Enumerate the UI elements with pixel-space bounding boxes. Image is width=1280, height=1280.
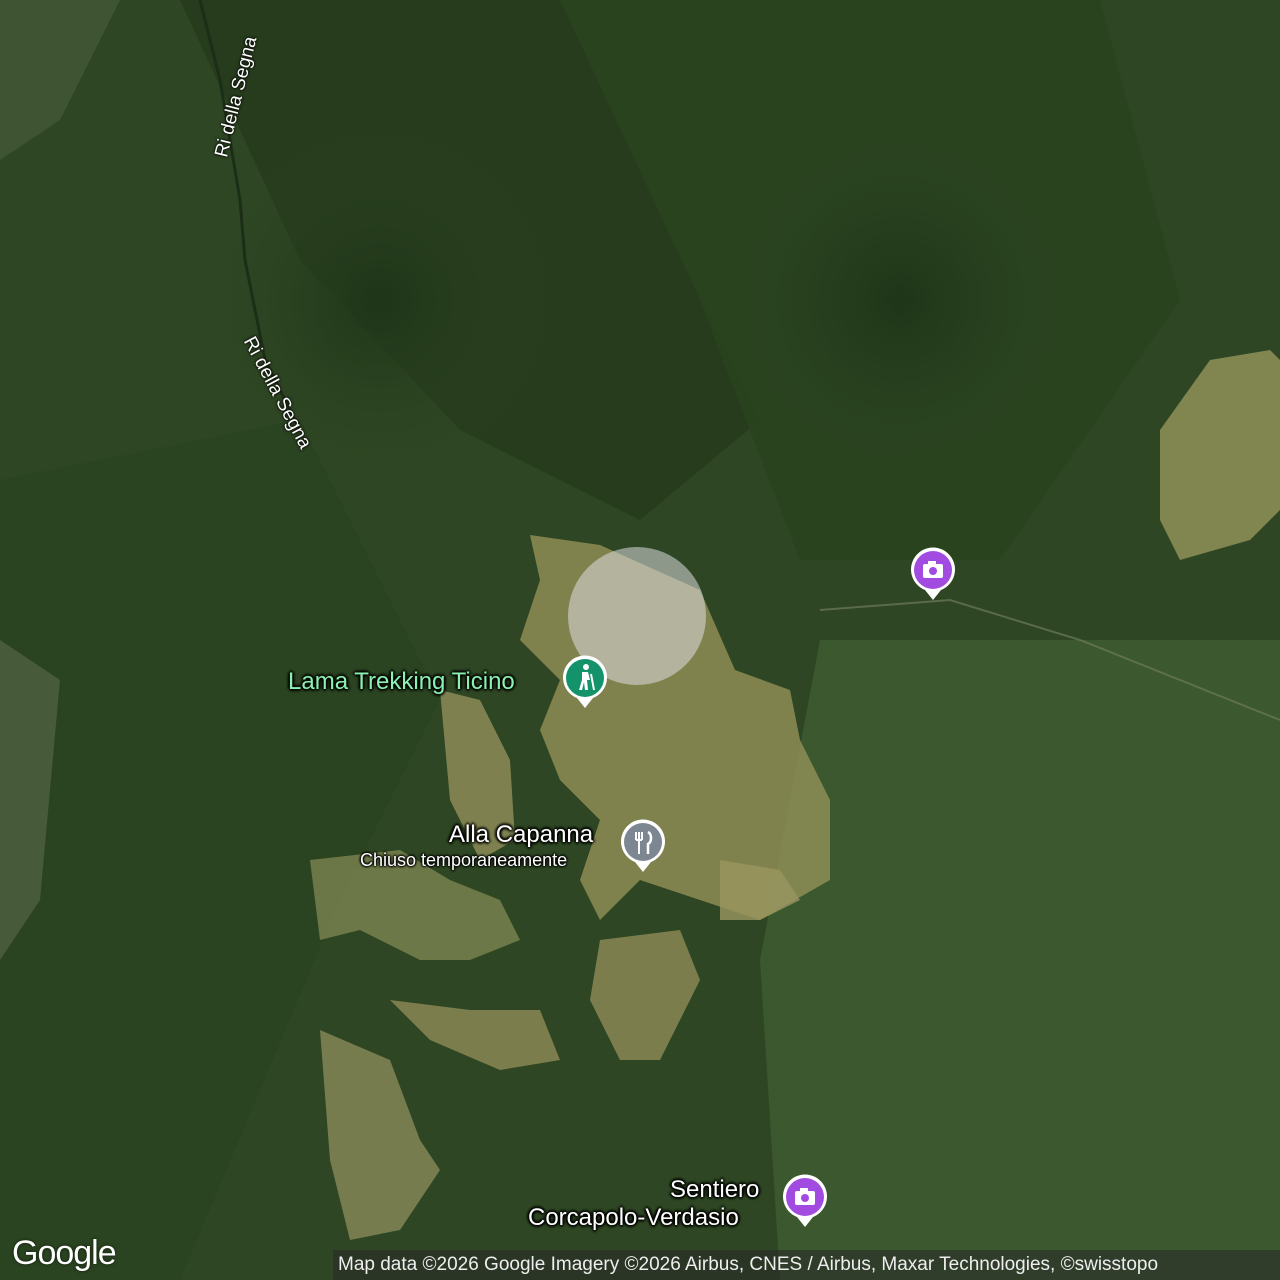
- photo-camera-icon[interactable]: [780, 1173, 830, 1231]
- google-logo: Google: [12, 1234, 117, 1272]
- place-label[interactable]: Lama Trekking Ticino: [288, 668, 515, 696]
- place-label[interactable]: Alla Capanna: [449, 821, 593, 849]
- map-attribution[interactable]: Map data ©2026 Google Imagery ©2026 Airb…: [333, 1250, 1280, 1280]
- hiking-icon[interactable]: [560, 654, 610, 712]
- place-label[interactable]: Corcapolo-Verdasio: [528, 1204, 739, 1232]
- restaurant-icon[interactable]: [618, 818, 668, 876]
- place-label[interactable]: Sentiero: [670, 1176, 759, 1204]
- photo-camera-icon[interactable]: [908, 546, 958, 604]
- place-status: Chiuso temporaneamente: [360, 850, 568, 870]
